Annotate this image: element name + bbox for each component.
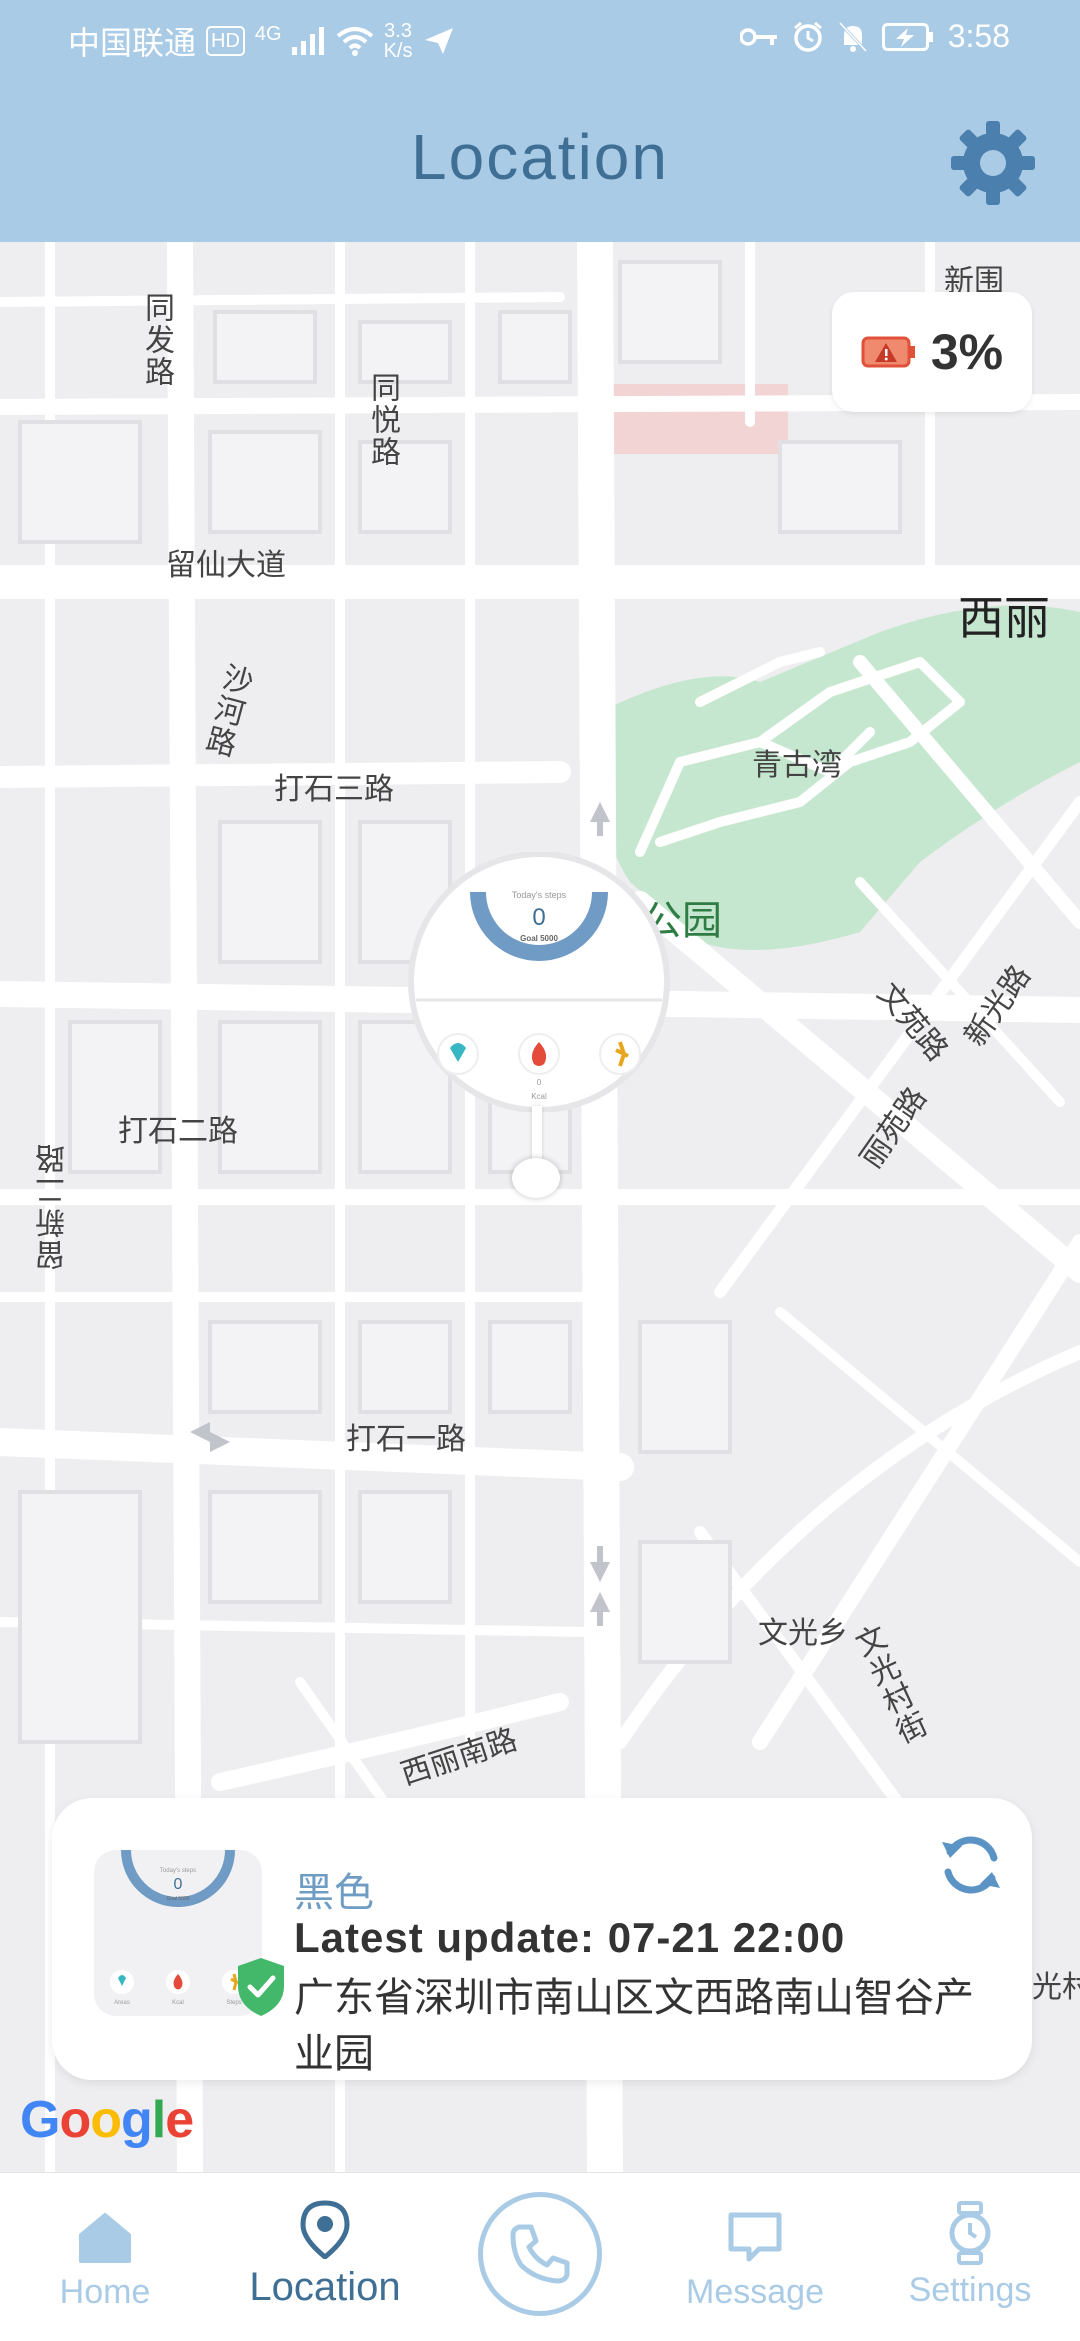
mute-bell-icon: [838, 21, 867, 52]
kcal-label: Kcal: [531, 1092, 547, 1101]
alarm-icon: [793, 21, 822, 52]
thumb-label-areas: Areas: [114, 2000, 130, 2006]
thumb-steps-goal: Goal 5000: [166, 1896, 190, 1902]
steps-value: 0: [532, 904, 546, 931]
message-icon: [728, 2212, 782, 2262]
map-label: 留仙大道: [166, 549, 286, 582]
key-icon: [739, 27, 777, 46]
nav-settings-label: Settings: [908, 2271, 1032, 2309]
map-label: 同发路: [140, 292, 173, 388]
app-header: 中国联通 HD 4G 3.3 K/s 3:58 Location: [0, 0, 1080, 242]
watch-icon: [949, 2201, 991, 2265]
battery-status-icon: [881, 22, 933, 51]
shield-check-icon: [238, 1958, 284, 2016]
map-label: 同悦路: [366, 372, 399, 468]
nav-home[interactable]: Home: [30, 2173, 180, 2341]
map-label: 留新二路: [37, 1142, 70, 1270]
carrier-name: 中国联通: [68, 25, 197, 61]
marker-anchor-dot: [512, 1158, 560, 1198]
steps-goal: Goal 5000: [520, 934, 558, 943]
steps-caption: Today's steps: [511, 890, 567, 900]
map-label: 打石一路: [346, 1423, 466, 1456]
map-label: 光村: [1032, 1971, 1080, 2004]
nav-location[interactable]: Location: [220, 2173, 430, 2341]
battery-level-chip: 3%: [832, 292, 1032, 412]
network-type: 4G: [254, 23, 282, 45]
nav-home-label: Home: [59, 2273, 151, 2311]
map-label: 西丽: [958, 592, 1050, 644]
location-pin-icon: [300, 2200, 350, 2259]
home-icon: [79, 2213, 131, 2263]
call-button[interactable]: [478, 2192, 602, 2316]
nav-settings[interactable]: Settings: [880, 2173, 1060, 2341]
refresh-icon[interactable]: [934, 1828, 1008, 1902]
page-title: Location: [411, 121, 669, 193]
signal-icon: [291, 27, 324, 55]
google-logo: Google: [20, 2091, 194, 2149]
map-label: 打石三路: [274, 773, 394, 806]
network-speed: 3.3 K/s: [383, 20, 413, 62]
map-label: 文光乡: [758, 1617, 848, 1650]
nav-location-label: Location: [249, 2265, 401, 2309]
map-label: 青古湾: [752, 749, 842, 782]
kcal-value: 0: [536, 1078, 542, 1087]
send-icon: [424, 28, 453, 54]
gear-icon[interactable]: [948, 118, 1038, 208]
device-location-marker[interactable]: Today's steps 0 Goal 5000 0 Kcal: [398, 851, 680, 1113]
nav-message-label: Message: [686, 2273, 824, 2311]
thumb-steps-value: 0: [173, 1876, 183, 1893]
status-bar: 中国联通 HD 4G 3.3 K/s 3:58: [0, 0, 1080, 80]
latest-update: Latest update: 07-21 22:00: [294, 1914, 846, 1961]
battery-low-icon: [861, 336, 915, 368]
map-label: 打石二路: [118, 1115, 238, 1148]
device-address: 广东省深圳市南山区文西路南山智谷产业园: [294, 1976, 974, 2076]
battery-percent: 3%: [930, 324, 1004, 380]
device-info-card[interactable]: Today's steps 0 Goal 5000 Areas Kcal Ste…: [52, 1798, 1032, 2080]
phone-icon: [510, 2224, 570, 2284]
nav-message[interactable]: Message: [660, 2173, 850, 2341]
wifi-icon: [336, 27, 373, 56]
pink-building: [598, 384, 788, 454]
thumb-label-kcal: Kcal: [172, 2000, 184, 2006]
status-time: 3:58: [947, 18, 1010, 54]
hd-badge: HD: [206, 26, 245, 56]
device-name: 黑色: [294, 1871, 374, 1915]
thumb-steps-caption: Today's steps: [159, 1868, 197, 1874]
